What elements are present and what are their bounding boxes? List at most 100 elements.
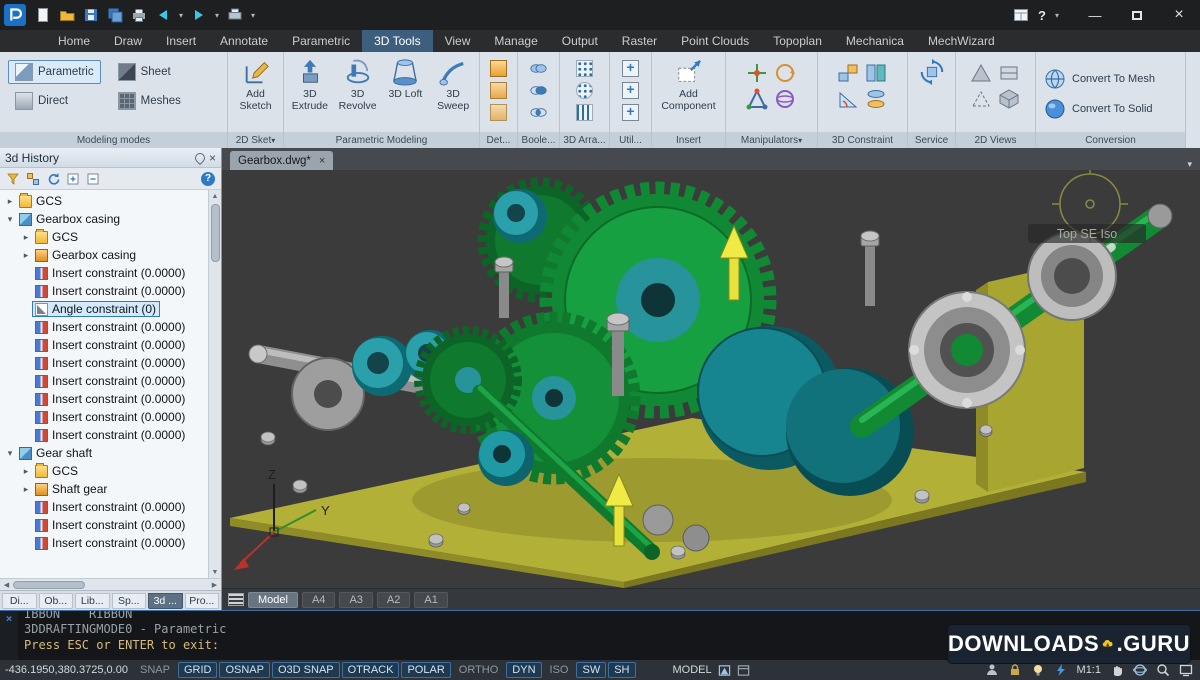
- tree-item[interactable]: Gearbox casing: [0, 210, 208, 228]
- expand-all-icon[interactable]: [66, 172, 80, 186]
- redo-button[interactable]: [188, 3, 210, 27]
- tree-expand-arrow[interactable]: [20, 250, 32, 261]
- tree-item[interactable]: Gear shaft: [0, 444, 208, 462]
- status-toggle[interactable]: ORTHO: [453, 662, 505, 678]
- tree-expand-arrow[interactable]: [20, 466, 32, 477]
- 3d-revolve-button[interactable]: 3D Revolve: [336, 56, 380, 112]
- ribbon-tab[interactable]: Mechanica: [834, 30, 916, 52]
- ribbon-tab[interactable]: Output: [550, 30, 610, 52]
- help-dropdown-arrow[interactable]: ▾: [1052, 11, 1062, 20]
- status-toggle[interactable]: OTRACK: [342, 662, 400, 678]
- bearing-top[interactable]: [493, 189, 547, 243]
- layout-tab[interactable]: A1: [414, 592, 447, 608]
- mate-constraint-icon[interactable]: [837, 62, 859, 84]
- model-space-label[interactable]: MODEL: [673, 664, 712, 676]
- lock-icon[interactable]: [1008, 663, 1022, 677]
- layout-tab[interactable]: A4: [302, 592, 335, 608]
- tree-item[interactable]: Shaft gear: [0, 480, 208, 498]
- util-add-point-icon[interactable]: [622, 82, 639, 99]
- rectangular-array-icon[interactable]: [576, 60, 593, 77]
- refresh-icon[interactable]: [46, 172, 60, 186]
- 3d-extrude-button[interactable]: 3D Extrude: [288, 56, 332, 112]
- scroll-right-arrow[interactable]: ▶: [208, 581, 221, 589]
- tree-item[interactable]: GCS: [0, 462, 208, 480]
- vertical-scrollbar[interactable]: ▲ ▼: [208, 190, 221, 578]
- convert-to-solid-button[interactable]: Convert To Solid: [1040, 95, 1157, 123]
- tree-item[interactable]: GCS: [0, 228, 208, 246]
- layout-tab[interactable]: Model: [248, 592, 298, 608]
- bulb-icon[interactable]: [1031, 663, 1045, 677]
- layout-tab[interactable]: A3: [339, 592, 372, 608]
- print-button[interactable]: [224, 3, 246, 27]
- tree-item[interactable]: Insert constraint (0.0000): [0, 282, 208, 300]
- status-toggle[interactable]: O3D SNAP: [272, 662, 340, 678]
- document-close-icon[interactable]: ×: [319, 155, 325, 167]
- status-toggle[interactable]: OSNAP: [219, 662, 270, 678]
- scroll-left-arrow[interactable]: ◀: [0, 581, 13, 589]
- coupling-disc-2[interactable]: [683, 525, 709, 551]
- parametric-mode-button[interactable]: Parametric: [8, 60, 101, 84]
- ribbon-tab[interactable]: Home: [46, 30, 102, 52]
- maximize-button[interactable]: [1116, 0, 1158, 30]
- tree-item[interactable]: Insert constraint (0.0000): [0, 408, 208, 426]
- status-toggle[interactable]: POLAR: [401, 662, 450, 678]
- detail-tool-icon[interactable]: [490, 60, 507, 77]
- zoom-icon[interactable]: [1156, 663, 1170, 677]
- tree-item[interactable]: GCS: [0, 192, 208, 210]
- bearing-lower[interactable]: [478, 430, 534, 486]
- collapse-all-icon[interactable]: [86, 172, 100, 186]
- save-all-button[interactable]: [104, 3, 126, 27]
- boolean-subtract-icon[interactable]: [530, 82, 547, 99]
- rotate-gizmo-icon[interactable]: [774, 62, 796, 84]
- util-add-axis-icon[interactable]: [622, 104, 639, 121]
- front-view-icon[interactable]: [970, 62, 992, 84]
- fullscreen-icon[interactable]: [1179, 663, 1193, 677]
- tree-expand-arrow[interactable]: [20, 232, 32, 243]
- tree-item[interactable]: Insert constraint (0.0000): [0, 336, 208, 354]
- new-file-button[interactable]: [32, 3, 54, 27]
- ribbon-tab[interactable]: Draw: [102, 30, 154, 52]
- ribbon-tab[interactable]: Raster: [610, 30, 669, 52]
- ribbon-tab[interactable]: MechWizard: [916, 30, 1007, 52]
- path-array-icon[interactable]: [576, 104, 593, 121]
- ribbon-tab[interactable]: Topoplan: [761, 30, 834, 52]
- model-space-icon[interactable]: [718, 664, 731, 677]
- status-toggle[interactable]: GRID: [178, 662, 218, 678]
- section-view-icon[interactable]: [970, 88, 992, 110]
- redo-dropdown-arrow[interactable]: ▾: [212, 11, 222, 20]
- scroll-up-arrow[interactable]: ▲: [209, 190, 221, 202]
- bearing-right-1[interactable]: [909, 292, 1025, 408]
- boolean-intersect-icon[interactable]: [530, 104, 547, 121]
- filter-icon[interactable]: [6, 172, 20, 186]
- tree-item[interactable]: Insert constraint (0.0000): [0, 534, 208, 552]
- panel-tab[interactable]: Lib...: [75, 593, 110, 609]
- minimize-button[interactable]: —: [1074, 0, 1116, 30]
- tree-item[interactable]: Insert constraint (0.0000): [0, 264, 208, 282]
- sheet-mode-button[interactable]: Sheet: [111, 60, 188, 84]
- open-file-button[interactable]: [56, 3, 78, 27]
- tree-item[interactable]: Angle constraint (0): [0, 300, 208, 318]
- clutch-disc-2[interactable]: [786, 368, 914, 496]
- status-toggle[interactable]: SW: [576, 662, 606, 678]
- tree-item[interactable]: Insert constraint (0.0000): [0, 372, 208, 390]
- panel-tab[interactable]: Sp...: [112, 593, 147, 609]
- 3d-sweep-button[interactable]: 3D Sweep: [431, 56, 475, 112]
- user-icon[interactable]: [985, 663, 999, 677]
- scroll-down-arrow[interactable]: ▼: [209, 566, 221, 578]
- add-component-button[interactable]: Add Component: [657, 56, 721, 112]
- bearing-right-2[interactable]: [1028, 232, 1116, 320]
- scrollbar-thumb[interactable]: [13, 581, 85, 589]
- orbit-icon[interactable]: [1133, 663, 1147, 677]
- util-add-icon[interactable]: [622, 60, 639, 77]
- help-button[interactable]: ?: [1038, 8, 1046, 23]
- free-orbit-gizmo-icon[interactable]: [774, 88, 796, 110]
- group-icon[interactable]: [26, 172, 40, 186]
- ribbon-tab[interactable]: Annotate: [208, 30, 280, 52]
- tree-expand-arrow[interactable]: [4, 448, 16, 459]
- tree-item[interactable]: Insert constraint (0.0000): [0, 426, 208, 444]
- panel-help-icon[interactable]: ?: [201, 172, 215, 186]
- convert-to-mesh-button[interactable]: Convert To Mesh: [1040, 65, 1159, 93]
- annotation-scale[interactable]: M1:1: [1077, 664, 1101, 676]
- ribbon-tab[interactable]: Manage: [482, 30, 549, 52]
- view-orientation-label[interactable]: Top SE Iso: [1028, 224, 1146, 243]
